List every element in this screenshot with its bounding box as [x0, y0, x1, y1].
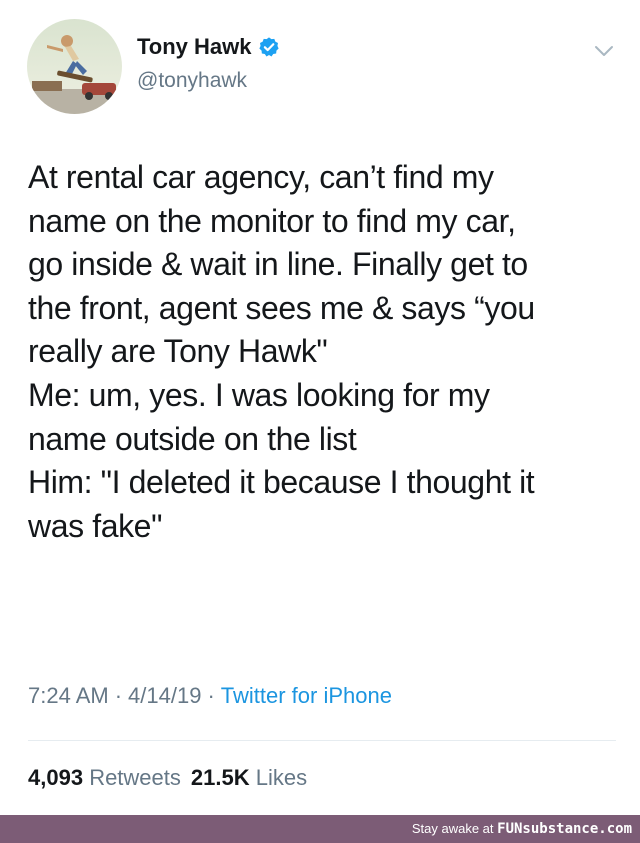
tweet-line: Him: "I deleted it because I thought it — [28, 464, 535, 501]
divider — [28, 740, 616, 741]
avatar[interactable] — [27, 19, 122, 114]
tweet-line: name on the monitor to find my car, — [28, 202, 516, 239]
likes-label: Likes — [255, 765, 308, 790]
watermark-footer: Stay awake at FUNsubstance.com — [0, 815, 640, 843]
verified-badge-icon — [258, 36, 280, 58]
retweets-count: 4,093 — [28, 765, 84, 790]
watermark-brand: FUNsubstance.com — [497, 821, 632, 837]
tweet-line: At rental car agency, can’t find my — [28, 159, 494, 195]
tweet-line: the front, agent sees me & says “you — [28, 289, 535, 326]
author-display-name[interactable]: Tony Hawk — [137, 33, 252, 61]
author-handle[interactable]: @tonyhawk — [137, 68, 247, 94]
tweet-text: At rental car agency, can’t find my name… — [28, 156, 628, 548]
watermark-prefix: Stay awake at — [411, 821, 494, 836]
tweet-stats: 4,093 Retweets 21.5K Likes — [28, 763, 307, 793]
tweet-line: name outside on the list — [28, 420, 357, 457]
watermark-text: Stay awake at FUNsubstance.com — [412, 821, 632, 837]
author-name[interactable]: Tony Hawk — [137, 33, 280, 61]
tweet-line: go inside & wait in line. Finally get to — [28, 246, 528, 283]
likes-count: 21.5K — [190, 765, 250, 790]
meta-separator: · — [207, 683, 215, 708]
tweet-time[interactable]: 7:24 AM — [28, 683, 109, 708]
tweet-date[interactable]: 4/14/19 — [128, 683, 201, 708]
tweet-line: really are Tony Hawk" — [28, 333, 328, 370]
retweets-label: Retweets — [89, 765, 181, 790]
chevron-down-icon[interactable] — [594, 44, 614, 58]
tweet-meta: 7:24 AM · 4/14/19 · Twitter for iPhone — [28, 681, 392, 711]
retweets-stat[interactable]: 4,093 Retweets — [28, 765, 181, 790]
likes-stat[interactable]: 21.5K Likes — [191, 765, 307, 790]
meta-separator: · — [114, 683, 123, 708]
avatar-photo — [27, 19, 122, 114]
tweet-source-link[interactable]: Twitter for iPhone — [221, 683, 392, 708]
tweet-line: was fake" — [28, 507, 163, 544]
tweet-line: Me: um, yes. I was looking for my — [28, 376, 490, 413]
